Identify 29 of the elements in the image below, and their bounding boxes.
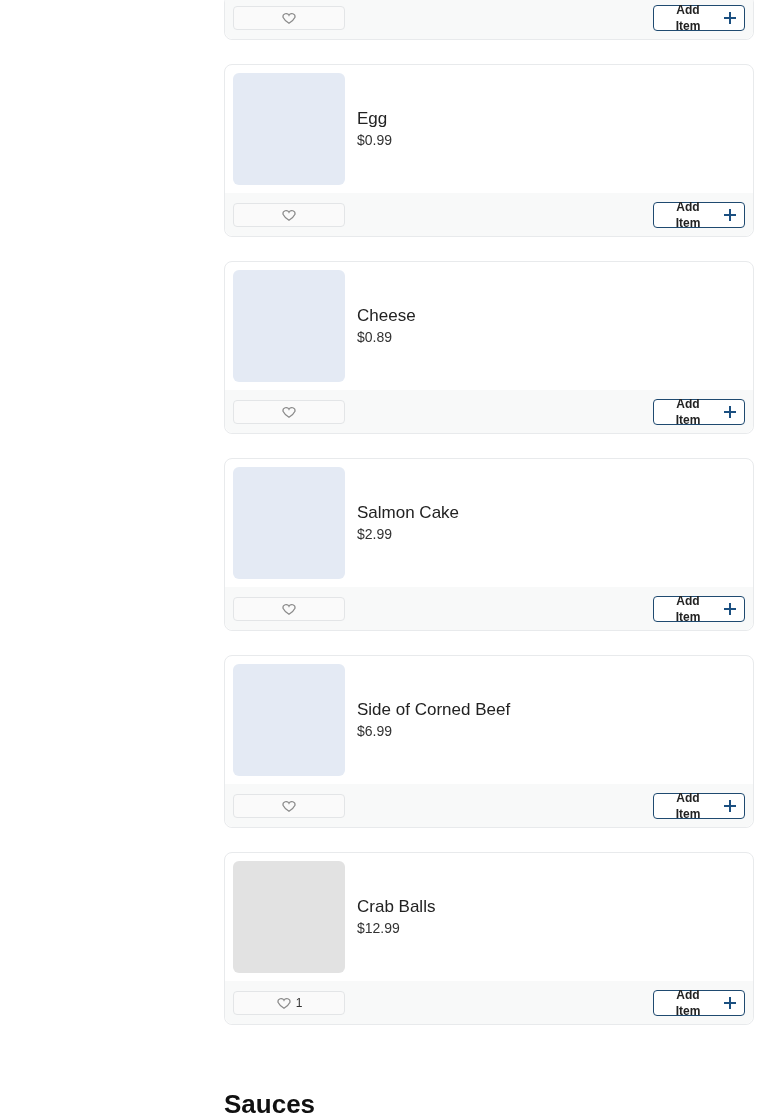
product-price: $0.89 <box>357 328 394 347</box>
product-name: Salmon Cake <box>357 502 460 524</box>
add-item-button[interactable]: Add Item <box>653 201 745 228</box>
add-item-button[interactable]: Add Item <box>653 792 745 819</box>
plus-icon <box>724 602 736 615</box>
add-item-button[interactable]: Add Item <box>653 989 745 1016</box>
product-name: Egg <box>357 108 389 130</box>
product-price: $6.99 <box>357 722 394 741</box>
product-price: $2.99 <box>357 525 394 544</box>
add-item-button[interactable]: Add Item <box>653 595 745 622</box>
favorite-button[interactable] <box>233 793 345 818</box>
plus-icon <box>724 996 736 1009</box>
product-name: Cheese <box>357 305 416 327</box>
product-name: Crab Balls <box>357 896 436 918</box>
plus-icon <box>724 799 736 812</box>
product-price: $12.99 <box>357 919 401 938</box>
add-item-button[interactable]: Add Item <box>653 4 745 31</box>
favorite-button[interactable] <box>233 399 345 424</box>
favorite-button[interactable] <box>233 5 345 30</box>
plus-icon <box>724 208 736 221</box>
product-price: $0.99 <box>357 131 393 150</box>
favorite-button[interactable] <box>233 202 345 227</box>
favorite-button[interactable]: 1 <box>233 990 345 1015</box>
plus-icon <box>724 405 736 418</box>
product-name: Side of Corned Beef <box>357 699 511 721</box>
plus-icon <box>724 11 736 24</box>
favorite-button[interactable] <box>233 596 345 621</box>
section-heading: Sauces <box>224 1088 317 1117</box>
add-item-button[interactable]: Add Item <box>653 398 745 425</box>
